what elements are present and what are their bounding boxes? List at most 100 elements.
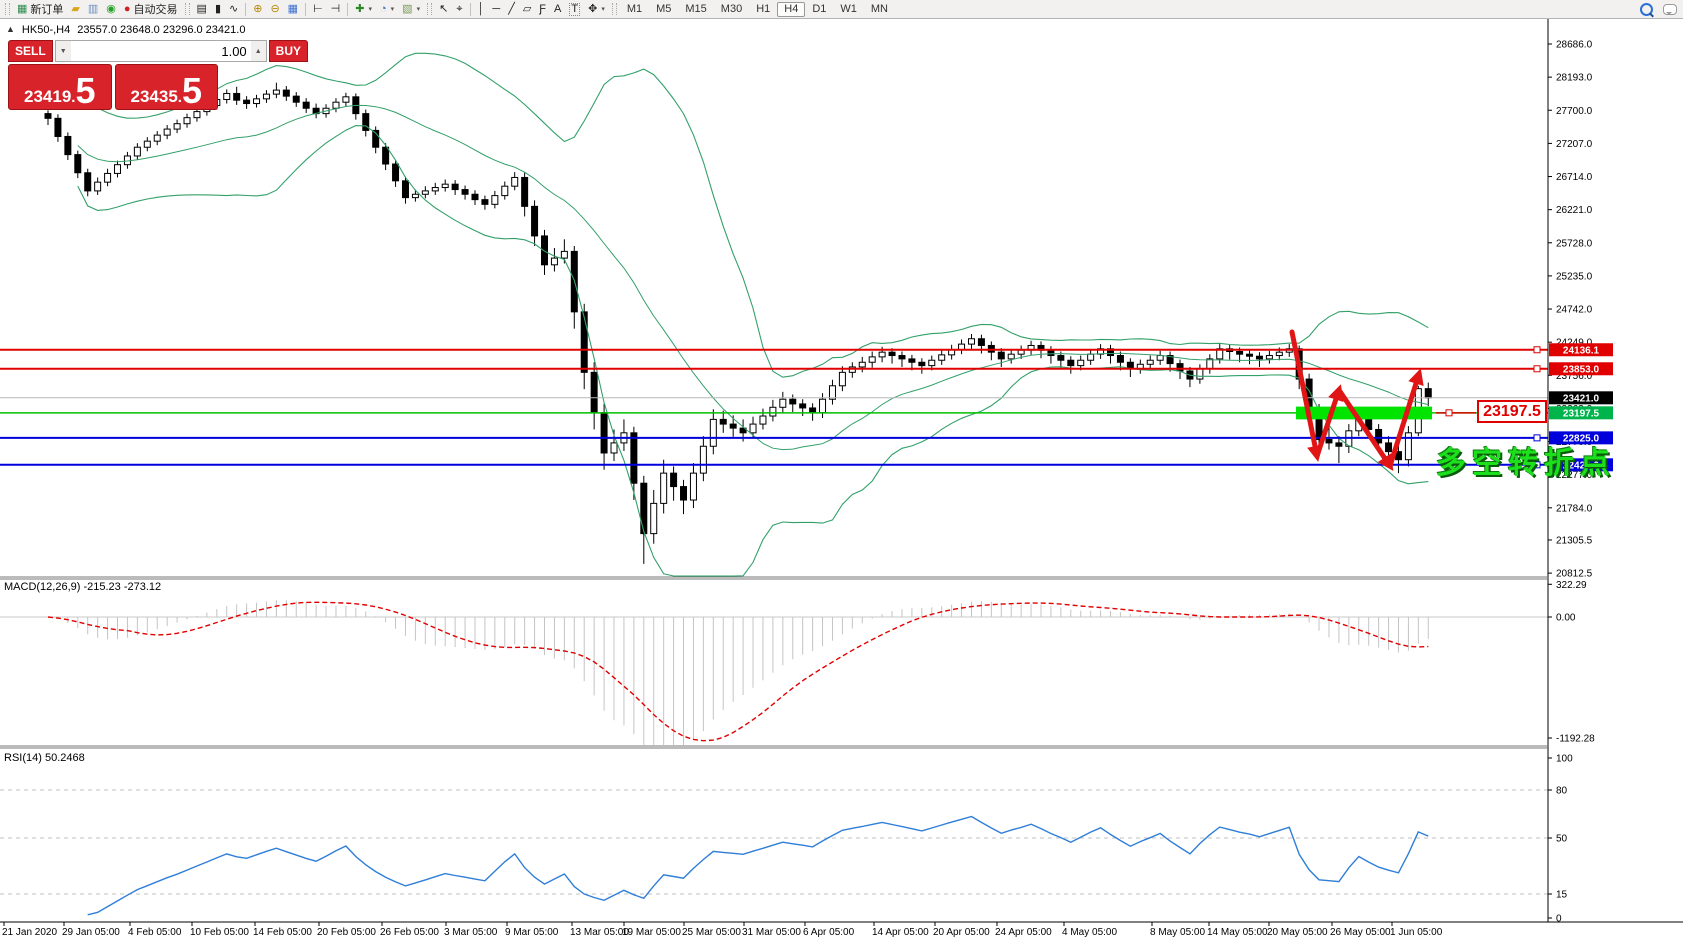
toolbar-grip[interactable] [185,3,190,15]
svg-text:27207.0: 27207.0 [1556,139,1593,150]
autotrade-icon: ● [124,4,131,15]
collapse-icon[interactable]: ▲ [6,24,15,36]
timeframe-button-m1[interactable]: M1 [620,2,649,17]
trendline-tool-button[interactable]: ╱ [504,1,519,17]
buy-price-display[interactable]: 23435.5 [115,64,219,110]
buy-price-big: 5 [182,77,202,105]
timeframe-button-m30[interactable]: M30 [714,2,749,17]
timeframe-button-m15[interactable]: M15 [678,2,713,17]
toolbar-grip[interactable] [427,3,432,15]
autotrade-button[interactable]: ● 自动交易 [120,1,182,17]
hline-handle[interactable] [1534,366,1540,372]
text-tool-button[interactable]: A [550,1,565,17]
time-axis: 21 Jan 202029 Jan 05:004 Feb 05:0010 Feb… [2,922,1443,938]
text-icon: A [554,4,561,15]
svg-text:4 Feb 05:00: 4 Feb 05:00 [128,927,182,938]
symbol-header: ▲ HK50-,H4 23557.0 23648.0 23296.0 23421… [6,24,245,36]
volume-down-button[interactable]: ▼ [56,41,71,61]
dropdown-caret-icon: ▾ [391,5,395,13]
chart-shift-button[interactable]: ⊣ [327,1,345,17]
svg-text:80: 80 [1556,786,1568,797]
zoom-in-button[interactable]: ⊕ [249,1,266,17]
one-click-trading-panel: SELL ▼ ▲ BUY 23419.5 23435.5 [8,40,218,110]
text-label-tool-button[interactable]: T [565,1,584,17]
toolbar-grip[interactable] [5,3,10,15]
svg-text:9 Mar 05:00: 9 Mar 05:00 [505,927,559,938]
new-order-label: 新订单 [30,1,63,17]
indicators-button[interactable]: ✚▾ [351,1,376,17]
chart-frame [0,18,1683,922]
macd-indicator-label: MACD(12,26,9) -215.23 -273.12 [4,581,161,593]
svg-text:14 Apr 05:00: 14 Apr 05:00 [872,927,929,938]
cn-annotation-text[interactable]: 多空转折点 [1436,438,1616,482]
arrows-tool-button[interactable]: ✥▾ [584,1,609,17]
trend-arrow[interactable] [1390,374,1419,466]
timeframe-button-h1[interactable]: H1 [749,2,777,17]
candle-chart-button[interactable]: ▮ [211,1,225,17]
support-zone [1296,407,1476,420]
svg-text:23197.5: 23197.5 [1563,408,1600,419]
autotrade-label: 自动交易 [134,1,178,17]
hline-handle[interactable] [1534,347,1540,353]
search-icon[interactable] [1640,3,1653,16]
svg-text:13 Mar 05:00: 13 Mar 05:00 [570,927,629,938]
fibonacci-tool-button[interactable]: Ƒ [535,1,550,17]
timeframe-button-m5[interactable]: M5 [649,2,678,17]
crosshair-icon: ⌖ [456,4,462,15]
svg-text:24136.1: 24136.1 [1563,345,1600,356]
svg-text:21 Jan 2020: 21 Jan 2020 [2,927,57,938]
price-chart[interactable]: 28686.028193.027700.027207.026714.026221… [0,0,1683,942]
toolbar-right-icons [1640,3,1683,16]
chat-icon[interactable] [1663,4,1677,15]
hline-tool-button[interactable]: ─ [488,1,504,17]
volume-spinner: ▼ ▲ [55,40,267,62]
market-watch-button[interactable]: ▰ [67,1,83,17]
sell-price-main: 23419 [24,88,71,105]
chart-shift-icon: ⊣ [331,4,341,15]
volume-input[interactable] [71,41,251,61]
svg-text:14 May 05:00: 14 May 05:00 [1207,927,1268,938]
autoscroll-button[interactable]: ⊢ [309,1,327,17]
svg-text:3 Mar 05:00: 3 Mar 05:00 [444,927,498,938]
bollinger-bands [78,53,1429,576]
tile-windows-button[interactable]: ▦ [284,1,302,17]
candles-layer [45,83,1431,564]
signal-icon: ◉ [106,4,116,15]
sell-button[interactable]: SELL [8,40,53,62]
svg-text:10 Feb 05:00: 10 Feb 05:00 [190,927,249,938]
timeframe-button-d1[interactable]: D1 [805,2,833,17]
crosshair-button[interactable]: ⌖ [452,1,466,17]
channel-tool-button[interactable]: ▱ [519,1,535,17]
new-order-button[interactable]: ▦ 新订单 [13,1,67,17]
timeframe-button-mn[interactable]: MN [864,2,895,17]
rsi-panel [0,790,1548,915]
terminal-button[interactable]: ▥ [84,1,102,17]
svg-text:21784.0: 21784.0 [1556,503,1593,514]
svg-text:31 Mar 05:00: 31 Mar 05:00 [742,927,801,938]
sell-price-display[interactable]: 23419.5 [8,64,112,110]
svg-text:23421.0: 23421.0 [1563,393,1600,404]
svg-text:24742.0: 24742.0 [1556,305,1593,316]
periods-button[interactable]: ◔▾ [376,1,398,17]
toolbar-grip[interactable] [612,3,617,15]
line-chart-button[interactable]: ∿ [225,1,242,17]
templates-button[interactable]: ▧▾ [398,1,424,17]
svg-text:25 Mar 05:00: 25 Mar 05:00 [682,927,741,938]
svg-text:1 Jun 05:00: 1 Jun 05:00 [1390,927,1443,938]
zoom-out-button[interactable]: ⊖ [266,1,283,17]
green-zone-rect[interactable] [1296,407,1432,420]
timeframe-button-w1[interactable]: W1 [833,2,864,17]
separator [245,3,246,16]
bar-chart-button[interactable]: ▤ [193,1,211,17]
timeframe-button-h4[interactable]: H4 [777,2,805,17]
sell-price-big: 5 [75,77,95,105]
buy-button[interactable]: BUY [269,40,308,62]
svg-text:19 Mar 05:00: 19 Mar 05:00 [622,927,681,938]
bar-chart-icon: ▤ [197,4,207,15]
signals-button[interactable]: ◉ [102,1,120,17]
price-tag-label[interactable]: 23197.5 [1477,400,1547,423]
vline-tool-button[interactable]: │ [474,1,489,17]
trend-arrow[interactable] [1339,390,1390,466]
cursor-button[interactable]: ↖ [435,1,452,17]
volume-up-button[interactable]: ▲ [251,41,266,61]
